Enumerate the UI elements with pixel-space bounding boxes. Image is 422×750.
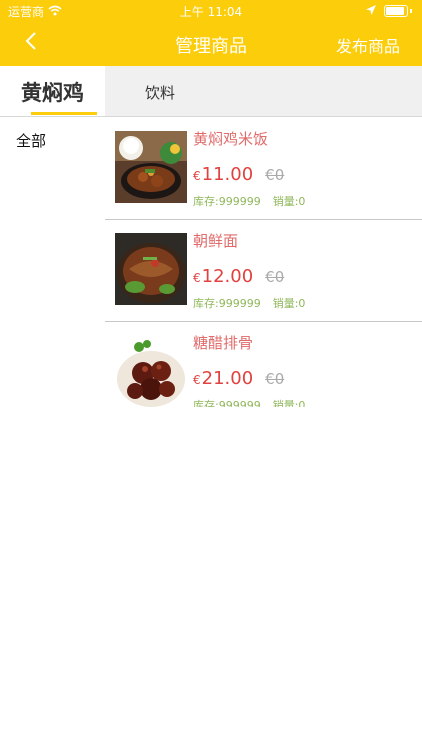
- product-price: 21.00: [201, 368, 254, 389]
- sales-label: 销量:0: [272, 195, 306, 208]
- status-right: [366, 4, 412, 18]
- battery-icon: [384, 5, 408, 17]
- product-price: 12.00: [201, 266, 254, 287]
- currency-symbol: €: [193, 271, 201, 285]
- category-tabs: 黄焖鸡 饮料: [0, 66, 422, 117]
- battery-tip: [410, 9, 412, 13]
- stock-label: 库存:999999: [193, 297, 261, 310]
- sales-label: 销量:0: [272, 399, 306, 407]
- product-item[interactable]: 黄焖鸡米饭 € 11.00 €0 库存:999999 销量:0: [105, 117, 422, 220]
- currency-symbol: €: [193, 169, 201, 183]
- currency-symbol: €: [193, 373, 201, 387]
- product-name: 糖醋排骨: [193, 334, 254, 352]
- tab-label: 黄焖鸡: [21, 81, 84, 105]
- meta-row: 库存:999999 销量:0: [193, 397, 305, 407]
- original-price: €0: [265, 370, 285, 388]
- price-row: € 21.00 €0: [193, 368, 284, 389]
- location-arrow-icon: [366, 4, 376, 18]
- product-image: [115, 335, 187, 407]
- sidebar-item-all[interactable]: 全部: [16, 130, 46, 151]
- meta-row: 库存:999999 销量:0: [193, 193, 305, 209]
- header: 运营商 上午 11:04 管理商品 发布商品: [0, 0, 422, 66]
- product-image: [115, 233, 187, 305]
- status-bar: 运营商 上午 11:04: [0, 0, 422, 22]
- stock-label: 库存:999999: [193, 195, 261, 208]
- meta-row: 库存:999999 销量:0: [193, 295, 305, 311]
- product-image: [115, 131, 187, 203]
- product-name: 黄焖鸡米饭: [193, 130, 269, 148]
- price-row: € 12.00 €0: [193, 266, 284, 287]
- original-price: €0: [265, 166, 285, 184]
- nav-bar: 管理商品 发布商品: [0, 22, 422, 66]
- price-row: € 11.00 €0: [193, 164, 284, 185]
- product-item[interactable]: 朝鲜面 € 12.00 €0 库存:999999 销量:0: [105, 219, 422, 322]
- sidebar: 全部: [0, 117, 105, 750]
- original-price: €0: [265, 268, 285, 286]
- tab-label: 饮料: [144, 84, 175, 102]
- status-time: 上午 11:04: [179, 5, 243, 19]
- product-item[interactable]: 糖醋排骨 € 21.00 €0 库存:999999 销量:0: [105, 321, 422, 407]
- publish-product-button[interactable]: 发布商品: [336, 33, 400, 57]
- tab-drinks[interactable]: 饮料: [130, 66, 190, 116]
- active-tab-indicator: [31, 112, 97, 115]
- tab-huangmenji[interactable]: 黄焖鸡: [0, 66, 105, 116]
- stock-label: 库存:999999: [193, 399, 261, 407]
- sales-label: 销量:0: [272, 297, 306, 310]
- product-price: 11.00: [201, 164, 254, 185]
- product-name: 朝鲜面: [193, 232, 239, 250]
